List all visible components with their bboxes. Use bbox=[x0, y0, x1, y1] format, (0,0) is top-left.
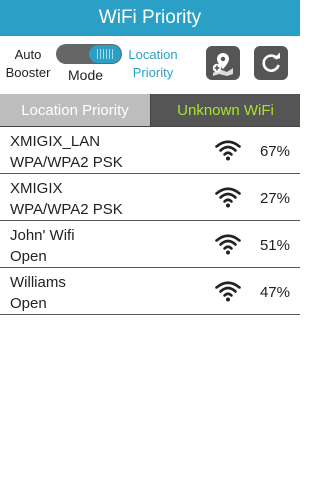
network-name: XMIGIX_LAN bbox=[10, 133, 101, 150]
auto-booster-label[interactable]: Auto Booster bbox=[4, 46, 52, 82]
list-item[interactable]: XMIGIX_LAN WPA/WPA2 PSK 67% bbox=[0, 127, 300, 174]
mode-controls: Auto Booster Mode Location Priority bbox=[0, 36, 300, 94]
add-location-button[interactable] bbox=[206, 46, 240, 80]
network-name: John' Wifi bbox=[10, 227, 75, 244]
refresh-button[interactable] bbox=[254, 46, 288, 80]
wifi-signal-icon bbox=[215, 234, 241, 255]
tab-unknown-wifi[interactable]: Unknown WiFi bbox=[150, 94, 300, 126]
refresh-icon bbox=[262, 52, 280, 72]
auto-booster-label-line1: Auto bbox=[14, 47, 42, 62]
map-pin-add-icon bbox=[212, 53, 233, 76]
signal-strength: 51% bbox=[259, 237, 290, 254]
location-priority-label-line1: Location bbox=[128, 47, 178, 62]
app-title-bar: WiFi Priority bbox=[0, 0, 300, 36]
app-title: WiFi Priority bbox=[98, 7, 202, 28]
wifi-signal-icon bbox=[215, 140, 241, 161]
location-priority-label[interactable]: Location Priority bbox=[123, 46, 183, 82]
network-security: Open bbox=[10, 295, 47, 312]
signal-strength: 27% bbox=[259, 190, 290, 207]
mode-label: Mode bbox=[68, 67, 104, 83]
network-name: Williams bbox=[10, 274, 66, 291]
network-list: XMIGIX_LAN WPA/WPA2 PSK 67% XMIGIX WPA/W… bbox=[0, 126, 300, 315]
signal-strength: 47% bbox=[259, 284, 290, 301]
list-item[interactable]: Williams Open 47% bbox=[0, 268, 300, 315]
network-security: WPA/WPA2 PSK bbox=[10, 154, 123, 171]
wifi-signal-icon bbox=[215, 281, 241, 302]
network-security: Open bbox=[10, 248, 47, 265]
tab-location-priority[interactable]: Location Priority bbox=[0, 94, 150, 126]
network-name: XMIGIX bbox=[10, 180, 63, 197]
location-priority-label-line2: Priority bbox=[132, 65, 174, 80]
network-security: WPA/WPA2 PSK bbox=[10, 201, 123, 218]
signal-strength: 67% bbox=[259, 143, 290, 160]
mode-toggle[interactable] bbox=[56, 44, 122, 64]
auto-booster-label-line2: Booster bbox=[5, 65, 51, 80]
list-item[interactable]: XMIGIX WPA/WPA2 PSK 27% bbox=[0, 174, 300, 221]
mode-toggle-knob[interactable] bbox=[89, 45, 121, 63]
list-item[interactable]: John' Wifi Open 51% bbox=[0, 221, 300, 268]
tab-bar: Location Priority Unknown WiFi bbox=[0, 94, 300, 126]
wifi-signal-icon bbox=[215, 187, 241, 208]
